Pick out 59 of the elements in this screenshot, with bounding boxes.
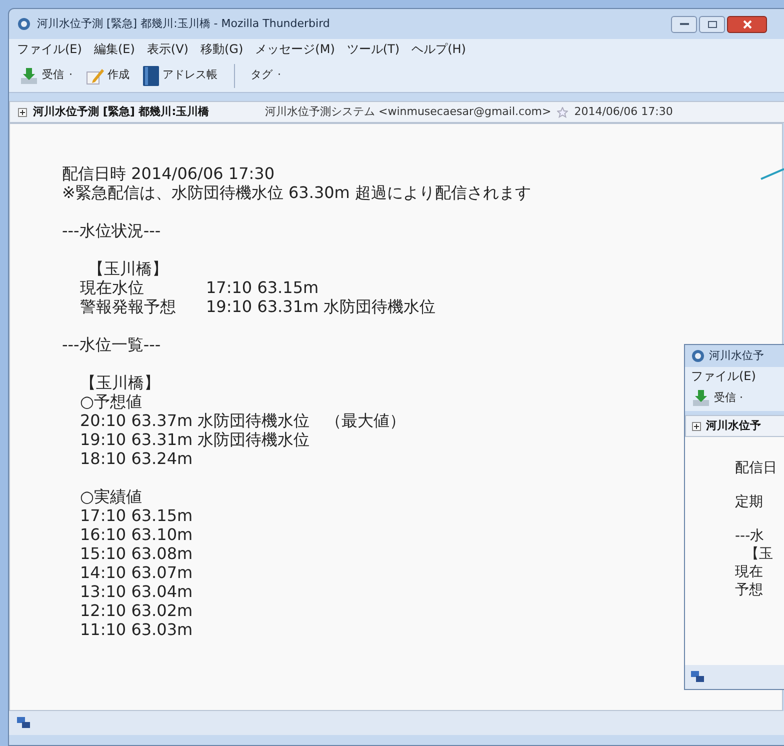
network-icon [17,717,31,729]
message-line: 18:10 63.24m [80,449,193,468]
message-line: 12:10 63.02m [80,601,193,620]
message-line: ---水位一覧--- [62,335,161,354]
message-line: 【玉 [744,545,774,563]
message-line: ---水 [735,527,766,545]
maximize-button[interactable] [699,16,725,32]
message-subject: 河川水位予 [706,418,761,434]
menu-item[interactable]: 表示(V) [146,40,188,58]
app-icon [691,349,705,363]
close-icon [742,20,752,28]
toolbar-button[interactable]: タグ · [248,62,283,88]
app-icon [17,17,31,31]
toolbar-button[interactable]: 受信 · [17,62,74,88]
menu-item[interactable]: ツール(T) [346,40,400,58]
menu-item[interactable]: 編集(E) [94,40,135,58]
message-line: 【玉川橋】 [87,259,168,278]
menu-item[interactable]: メッセージ(M) [255,40,335,58]
message-line: 15:10 63.08m [80,544,193,563]
star-icon[interactable] [557,106,568,118]
message-line: 【玉川橋】 [80,373,160,392]
message-line: 現在 [735,563,764,581]
book-icon [142,64,160,86]
message-line: ○実績値 [80,487,142,506]
message-line: ○予想値 [80,392,142,411]
download-arrow-icon [691,388,711,408]
message-line: 20:10 63.37m 水防団待機水位 （最大値） [80,411,406,430]
message-line: 予想 [735,581,764,599]
expand-icon[interactable] [692,422,701,430]
minimize-button[interactable] [671,16,697,32]
network-icon [691,671,705,683]
menu-item[interactable]: ヘルプ(H) [412,40,466,58]
message-line: 16:10 63.10m [80,525,193,544]
message-line: 17:10 63.15m [80,506,193,525]
message-date: 2014/06/06 17:30 [574,104,673,120]
menu-item[interactable]: 移動(G) [200,40,244,58]
window-title: 河川水位予 [709,348,764,364]
download-arrow-icon [19,66,39,86]
toolbar-button[interactable]: アドレス帳 [140,62,220,88]
message-value: 19:10 63.31m 水防団待機水位 [206,297,436,316]
close-button[interactable] [727,16,767,32]
message-label: 警報発報予想 [80,297,177,316]
message-line: 配信日 [735,459,778,477]
message-subject: 河川水位予測 [緊急] 都幾川:玉川橋 [33,104,210,120]
menu-item[interactable]: ファイル(E) [17,40,82,58]
message-line: 19:10 63.31m 水防団待機水位 [80,430,310,449]
message-line: 13:10 63.04m [80,582,193,601]
toolbar-button[interactable]: 作成 [82,62,132,88]
window-title: 河川水位予測 [緊急] 都幾川:玉川橋 - Mozilla Thunderbird [37,16,330,32]
message-line: ※緊急配信は、水防団待機水位 63.30m 超過により配信されます [62,183,531,202]
expand-icon[interactable] [18,108,27,116]
message-line: 配信日時 2014/06/06 17:30 [62,164,274,183]
message-line: ---水位状況--- [62,221,161,240]
message-line: 11:10 63.03m [80,620,193,639]
message-line: 定期 [735,493,764,511]
message-label: 現在水位 [80,278,145,297]
message-line: 14:10 63.07m [80,563,193,582]
message-sender: 河川水位予測システム <winmusecaesar@gmail.com> [265,104,552,120]
message-value: 17:10 63.15m [206,278,320,297]
